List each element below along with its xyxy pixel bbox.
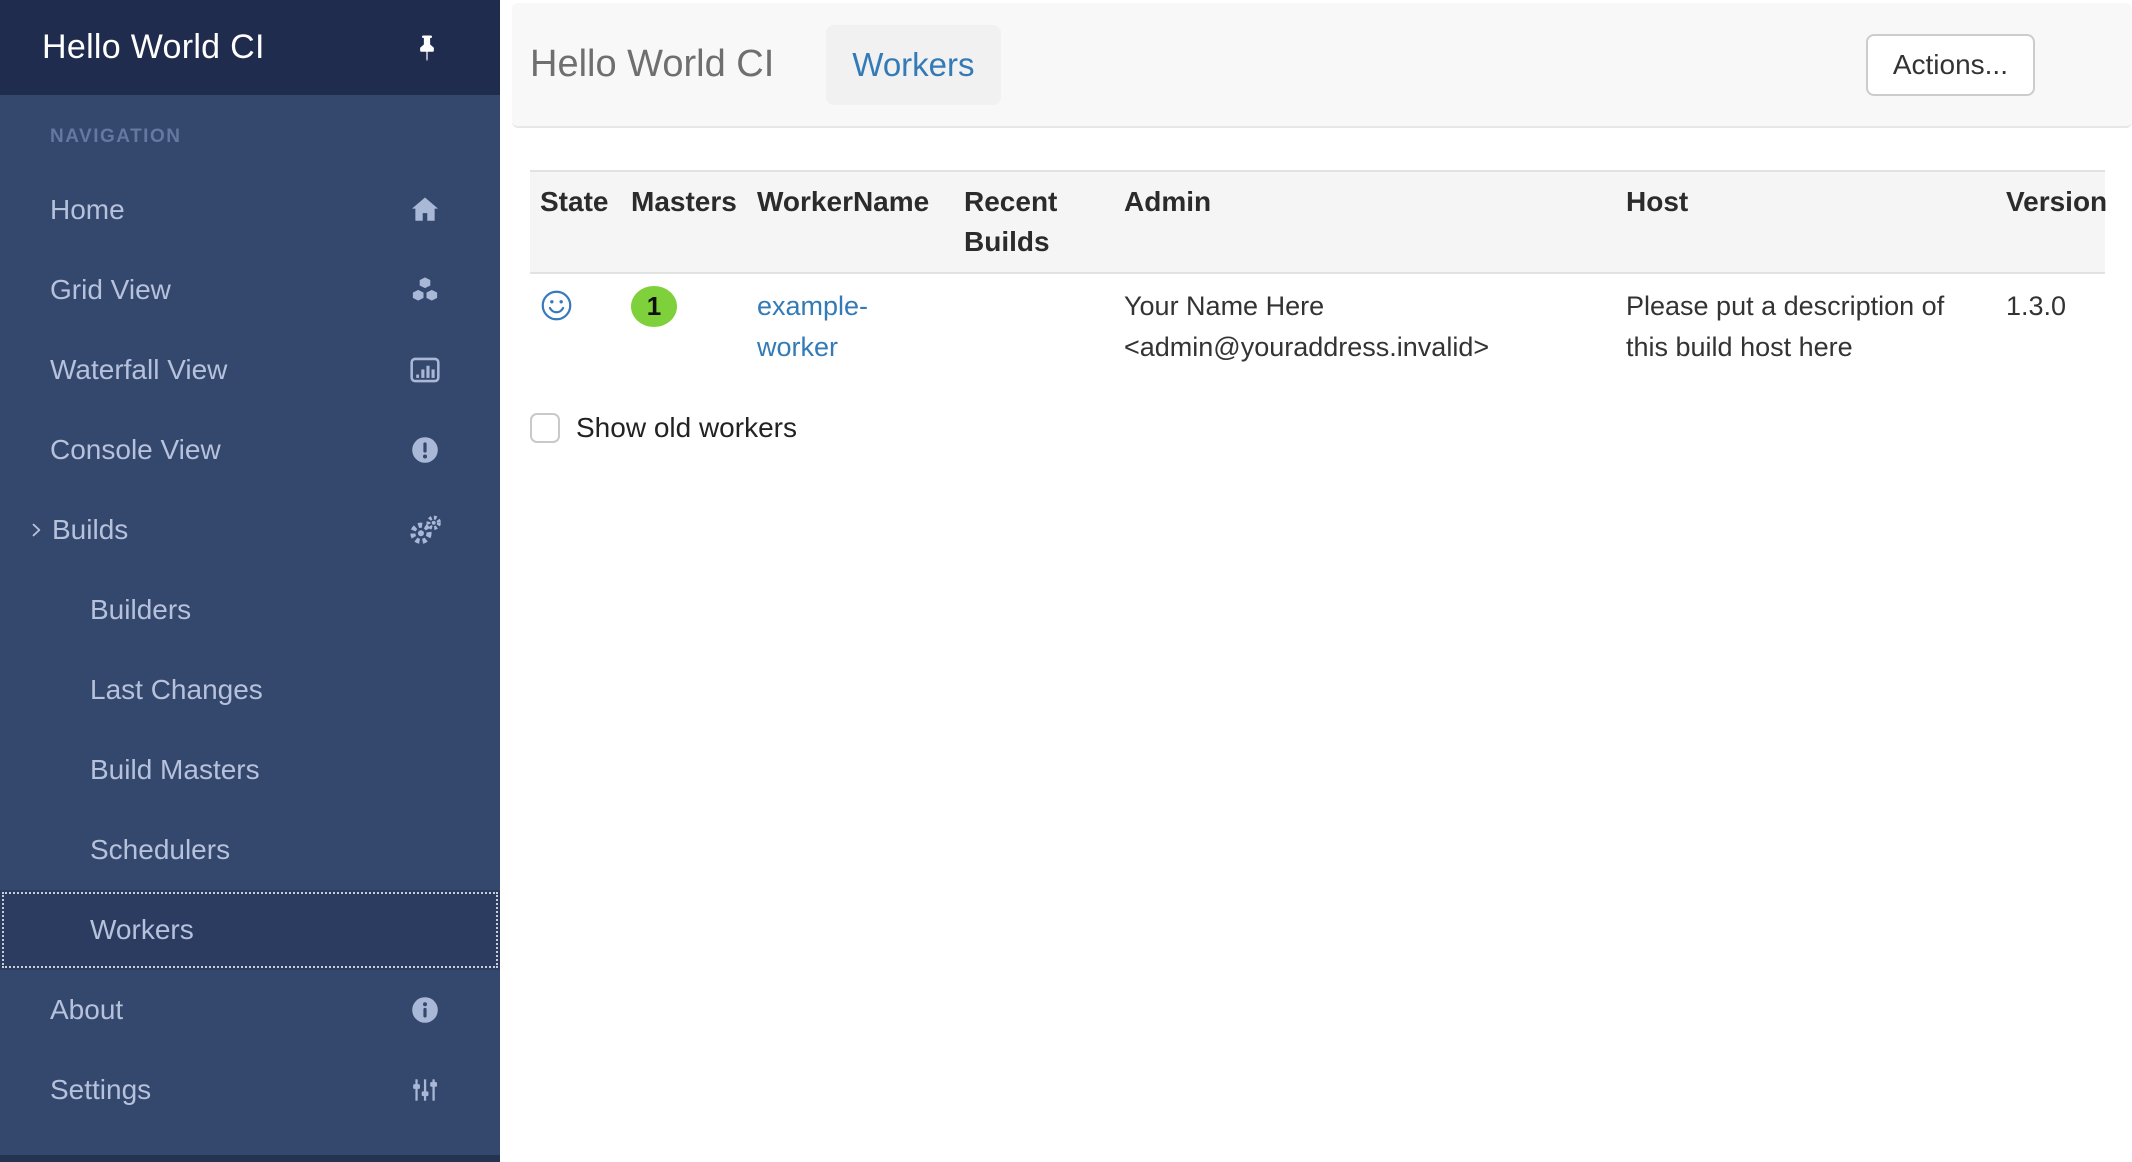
sidebar-item-home[interactable]: Home: [0, 170, 500, 250]
recent-builds-cell: [954, 273, 1114, 378]
worker-admin-cell: Your Name Here <admin@youraddress.invali…: [1114, 273, 1616, 378]
bar-chart-icon: [402, 353, 448, 387]
worker-host-cell: Please put a description of this build h…: [1616, 273, 1996, 378]
sidebar-item-builds[interactable]: Builds: [0, 490, 500, 570]
sidebar-title: Hello World CI: [42, 28, 265, 67]
page-title: Hello World CI: [530, 43, 774, 86]
exclamation-circle-icon: [402, 434, 448, 466]
show-old-workers-label: Show old workers: [576, 412, 797, 444]
sidebar-item-grid-view[interactable]: Grid View: [0, 250, 500, 330]
happy-face-icon: [540, 289, 573, 322]
masters-count-badge: 1: [631, 286, 677, 327]
show-old-workers-control[interactable]: Show old workers: [530, 412, 2105, 444]
sidebar-item-console-view[interactable]: Console View: [0, 410, 500, 490]
info-circle-icon: [402, 994, 448, 1026]
worker-version-cell: 1.3.0: [1996, 273, 2105, 378]
col-recent-builds: Recent Builds: [954, 171, 1114, 273]
workers-table: State Masters WorkerName Recent Builds A…: [530, 170, 2105, 378]
sidebar-item-schedulers[interactable]: Schedulers: [0, 810, 500, 890]
col-workername: WorkerName: [747, 171, 954, 273]
cogs-icon: [402, 512, 448, 548]
col-state: State: [530, 171, 621, 273]
sidebar-header: Hello World CI: [0, 0, 500, 95]
home-icon: [402, 193, 448, 227]
sliders-icon: [402, 1073, 448, 1107]
worker-row: 1 example-worker Your Name Here <admin@y…: [530, 273, 2105, 378]
col-admin: Admin: [1114, 171, 1616, 273]
sidebar-item-workers[interactable]: Workers: [0, 890, 500, 970]
worker-state-cell: [530, 273, 621, 378]
sidebar-item-builders[interactable]: Builders: [0, 570, 500, 650]
top-navbar: Hello World CI Workers Actions...: [512, 3, 2132, 128]
sidebar-nav: Home Grid View Waterfall View: [0, 170, 500, 1130]
col-host: Host: [1616, 171, 1996, 273]
nav-section-label: NAVIGATION: [50, 125, 500, 149]
sidebar-item-last-changes[interactable]: Last Changes: [0, 650, 500, 730]
sidebar-item-settings[interactable]: Settings: [0, 1050, 500, 1130]
col-version: Version: [1996, 171, 2105, 273]
main-area: Hello World CI Workers Actions... State …: [500, 0, 2132, 1162]
sidebar-item-waterfall-view[interactable]: Waterfall View: [0, 330, 500, 410]
worker-name-cell: example-worker: [747, 273, 954, 378]
sidebar-item-build-masters[interactable]: Build Masters: [0, 730, 500, 810]
tab-workers[interactable]: Workers: [826, 25, 1000, 105]
actions-button[interactable]: Actions...: [1866, 34, 2035, 96]
content-area: State Masters WorkerName Recent Builds A…: [500, 128, 2132, 444]
chevron-right-icon: [26, 519, 50, 541]
table-header-row: State Masters WorkerName Recent Builds A…: [530, 171, 2105, 273]
app-window: Hello World CI NAVIGATION Home Grid View: [0, 0, 2132, 1162]
col-masters: Masters: [621, 171, 747, 273]
sidebar-item-about[interactable]: About: [0, 970, 500, 1050]
sidebar-footer: [0, 1155, 500, 1162]
show-old-workers-checkbox[interactable]: [530, 413, 560, 443]
worker-masters-cell: 1: [621, 273, 747, 378]
sidebar: Hello World CI NAVIGATION Home Grid View: [0, 0, 500, 1162]
worker-name-link[interactable]: example-worker: [757, 286, 907, 368]
pin-icon[interactable]: [412, 32, 442, 64]
cubes-icon: [402, 273, 448, 307]
